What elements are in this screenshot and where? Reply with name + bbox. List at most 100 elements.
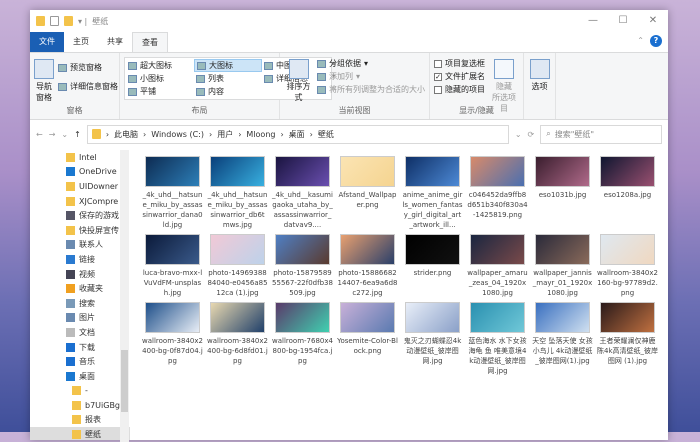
file-item[interactable]: photo-1588668214407-6ea9a6d8c272.jpg [335,234,400,298]
layout-option[interactable]: 内容 [194,85,262,98]
checkbox-checked[interactable]: ✓ [434,72,442,81]
file-item[interactable]: wallpaper_jannis_mayr_01_1920x1080.jpg [530,234,595,298]
breadcrumb-separator[interactable]: › [209,130,212,139]
file-thumbnail[interactable] [145,234,200,265]
add-columns-button[interactable]: 添加列 ▾ [317,70,425,83]
sidebar-item[interactable]: 保存的游戏 [30,208,130,223]
sidebar-item[interactable]: Intel [30,150,130,165]
breadcrumb-item[interactable]: 用户 [217,129,233,140]
file-thumbnail[interactable] [470,302,525,333]
layout-option[interactable]: 大图标 [194,59,262,72]
file-item[interactable]: anime_anime_girls_women_fantasy_girl_dig… [400,156,465,230]
sidebar-item[interactable]: 桌面 [30,369,130,384]
layout-option[interactable]: 小图标 [126,72,194,85]
sidebar-item[interactable]: 壁纸 [30,427,130,440]
sidebar-item[interactable]: 联系人 [30,238,130,253]
file-item[interactable]: _4k_uhd__hatsune_miku_by_assassinwarrior… [205,156,270,230]
file-item[interactable]: _4k_uhd__kasumigaoka_utaha_by_assassinwa… [270,156,335,230]
file-thumbnail[interactable] [275,302,330,333]
file-item[interactable]: wallroom-3840x2160-bg-97789d2.png [595,234,660,298]
back-button[interactable]: ← [36,130,43,139]
tab-file[interactable]: 文件 [30,32,64,52]
sidebar-item[interactable]: 收藏夹 [30,281,130,296]
file-item[interactable]: photo-1587958955567-22f0dfb38509.jpg [270,234,335,298]
file-item[interactable]: luca-bravo-mxx-lVuVdFM-unsplash.jpg [140,234,205,298]
sidebar-item[interactable]: XJCompre [30,194,130,209]
properties-icon[interactable] [50,16,59,26]
navigation-scrollbar[interactable] [120,150,129,442]
file-item[interactable]: strider.png [400,234,465,298]
file-thumbnail[interactable] [405,302,460,333]
checkbox[interactable] [434,59,442,68]
sidebar-item[interactable]: 链接 [30,252,130,267]
hidden-items-toggle[interactable]: 隐藏的项目 [434,83,485,96]
sidebar-item[interactable]: - [30,384,130,399]
file-item[interactable]: 王者荣耀澜仅神鹿陈4k高清壁纸_彼岸图网 (1).jpg [595,302,660,376]
file-thumbnail[interactable] [405,156,460,187]
quick-access-dropdown-icon[interactable]: ▾ | [78,17,87,26]
collapse-ribbon-icon[interactable]: ⌃ [637,36,644,45]
tab-share[interactable]: 共享 [98,32,132,52]
sidebar-item[interactable]: 文档 [30,325,130,340]
file-item[interactable]: wallroom-7680x4800-bg-1954fca.jpg [270,302,335,376]
layout-option[interactable]: 超大图标 [126,59,194,72]
file-thumbnail[interactable] [535,234,590,265]
file-thumbnail[interactable] [210,156,265,187]
file-thumbnail[interactable] [210,302,265,333]
file-thumbnail[interactable] [340,156,395,187]
sidebar-item[interactable]: 视频 [30,267,130,282]
file-item[interactable]: Yosemite-Color-Block.png [335,302,400,376]
file-item[interactable]: 鬼灭之刃蝴蝶忍4k动漫壁纸_彼岸图网.jpg [400,302,465,376]
file-thumbnail[interactable] [470,234,525,265]
sidebar-item[interactable]: UIDowner [30,179,130,194]
breadcrumb-item[interactable]: Mloong [246,130,275,139]
close-button[interactable]: ✕ [638,10,668,32]
tab-view[interactable]: 查看 [132,32,168,52]
sidebar-item[interactable]: 报表 [30,413,130,428]
file-thumbnail[interactable] [145,302,200,333]
scrollbar-thumb[interactable] [121,350,128,412]
file-thumbnail[interactable] [340,302,395,333]
breadcrumb-item[interactable]: 此电脑 [114,129,138,140]
file-thumbnail[interactable] [600,302,655,333]
fit-columns-button[interactable]: 将所有列调整为合适的大小 [317,83,425,96]
file-thumbnail[interactable] [535,302,590,333]
forward-button[interactable]: → [49,130,56,139]
file-thumbnail[interactable] [340,234,395,265]
file-item[interactable]: wallpaper_amaru_zeas_04_1920x1080.jpg [465,234,530,298]
file-item[interactable]: eso1031b.jpg [530,156,595,230]
file-item[interactable]: c046452da9ffb8d651b340f830a4-1425819.png [465,156,530,230]
file-thumbnail[interactable] [275,156,330,187]
file-item[interactable]: eso1208a.jpg [595,156,660,230]
file-item[interactable]: 天空 坠落天使 女孩 小鸟儿 4k动漫壁纸_彼岸图网(1).jpg [530,302,595,376]
file-thumbnail[interactable] [600,156,655,187]
file-item[interactable]: Afstand_Wallpaper.png [335,156,400,230]
help-icon[interactable]: ? [650,35,662,47]
file-thumbnail[interactable] [275,234,330,265]
search-input[interactable]: ⌕ 搜索"壁纸" [540,124,662,144]
file-thumbnail[interactable] [405,234,460,265]
sidebar-item[interactable]: 音乐 [30,354,130,369]
group-by-button[interactable]: 分组依据 ▾ [317,57,425,70]
details-pane-button[interactable]: 详细信息窗格 [58,80,118,93]
layout-option[interactable]: 平铺 [126,85,194,98]
file-thumbnail[interactable] [470,156,525,187]
breadcrumb-item[interactable]: 桌面 [289,129,305,140]
file-extensions-toggle[interactable]: ✓ 文件扩展名 [434,70,485,83]
breadcrumb-separator[interactable]: › [238,130,241,139]
sidebar-item[interactable]: b7UiGBg [30,398,130,413]
new-folder-icon[interactable] [64,16,73,26]
file-item[interactable]: _4k_uhd__hatsune_miku_by_assassinwarrior… [140,156,205,230]
file-thumbnail[interactable] [600,234,655,265]
sidebar-item[interactable]: OneDrive [30,165,130,180]
file-thumbnail[interactable] [210,234,265,265]
sidebar-item[interactable]: 下载 [30,340,130,355]
recent-dropdown[interactable]: ⌄ [61,130,68,139]
file-item[interactable]: 蓝色海水 水下女孩 海龟 鱼 唯美意境4k动漫壁纸_彼岸图网.jpg [465,302,530,376]
address-bar[interactable]: › 此电脑 › Windows (C:) › 用户 › Mloong › 桌面 › 壁纸 [86,124,509,144]
layout-option[interactable]: 列表 [194,72,262,85]
options-button[interactable]: 选项 [524,53,556,119]
breadcrumb-separator[interactable]: › [280,130,283,139]
file-item[interactable]: wallroom-3840x2400-bg-6d8fd01.jpg [205,302,270,376]
breadcrumb-separator[interactable]: › [106,130,109,139]
